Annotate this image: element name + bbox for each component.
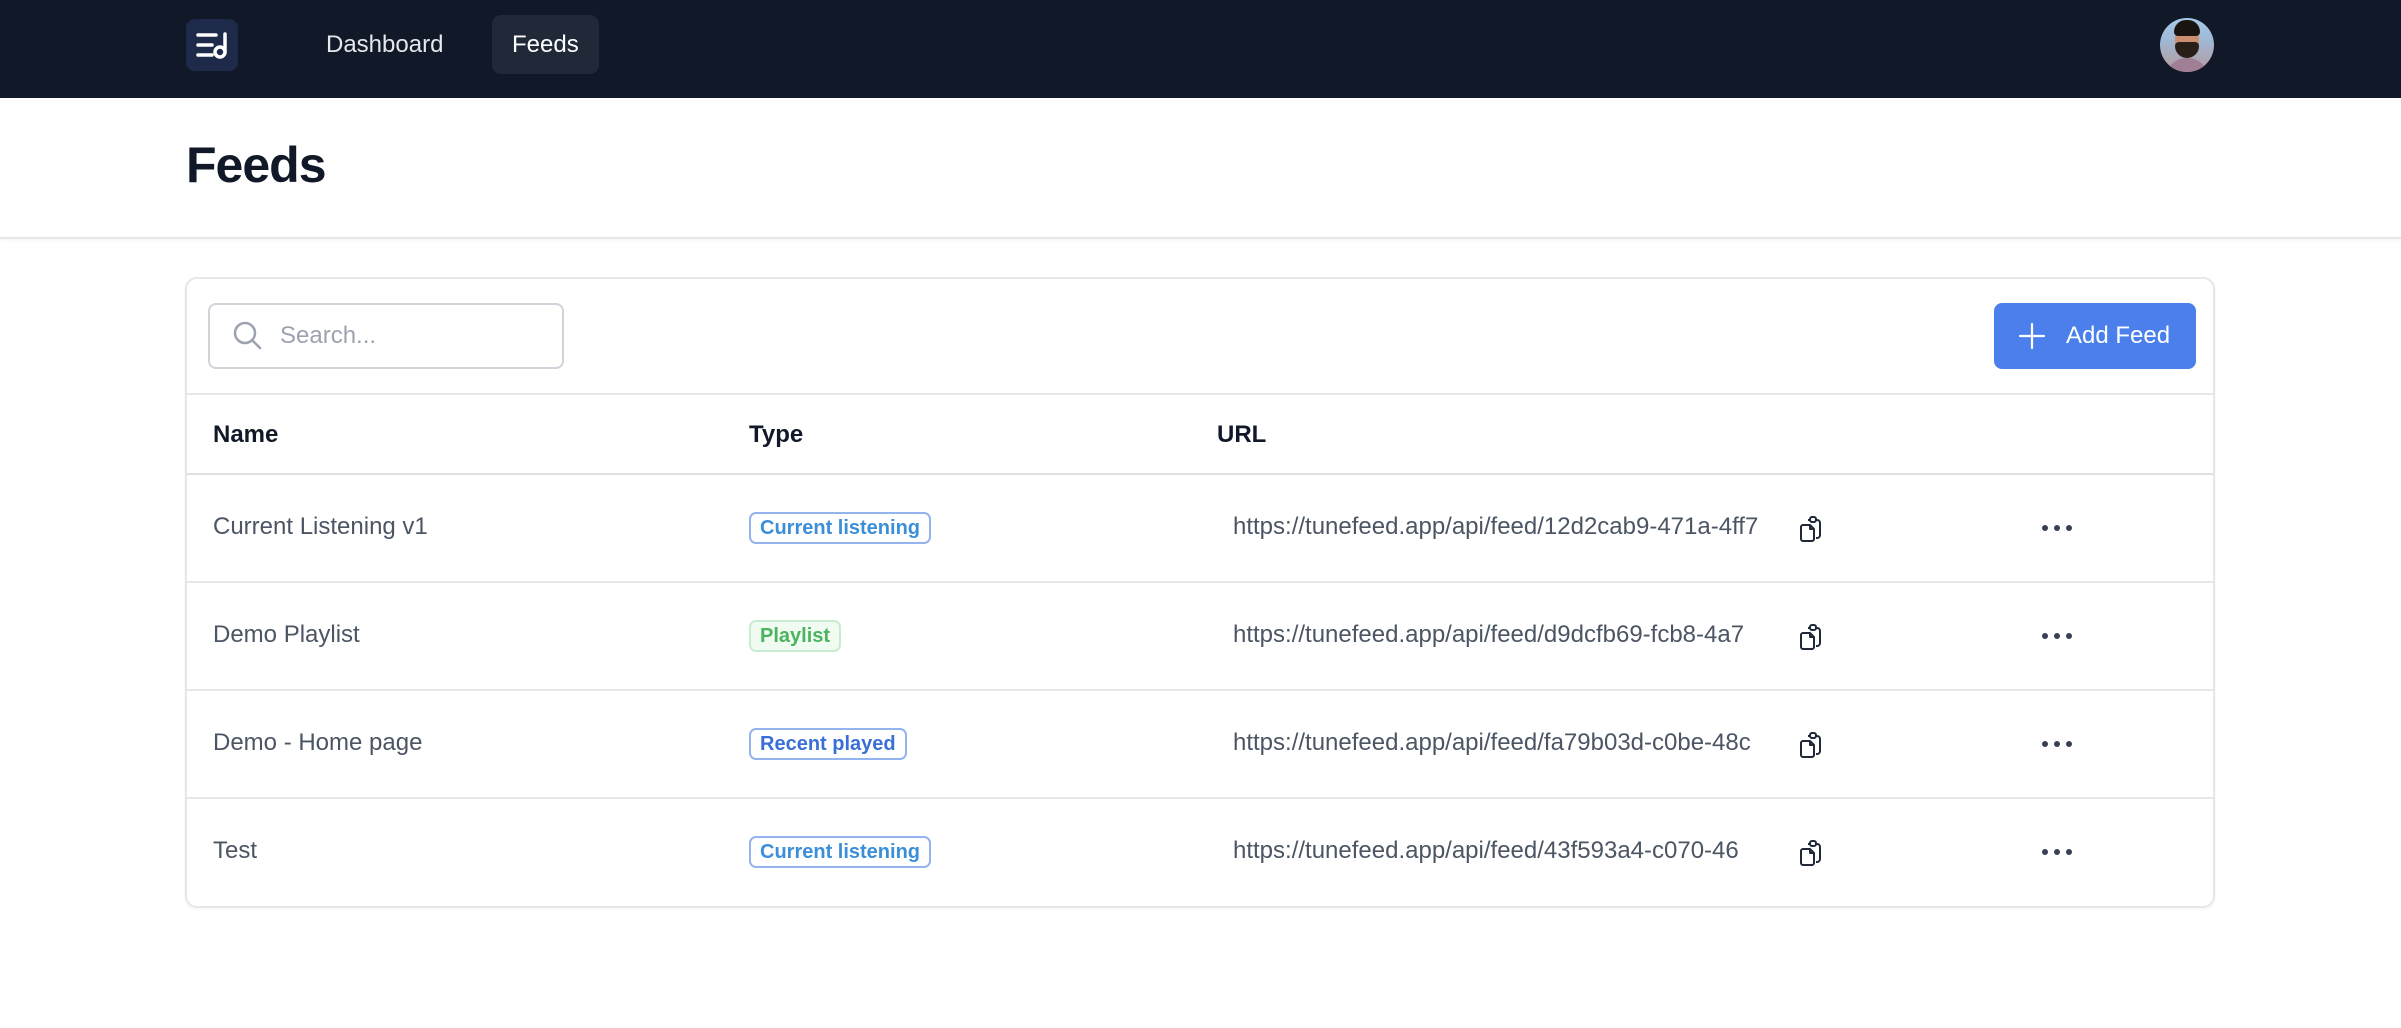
more-dot-icon: [2054, 849, 2060, 855]
search-icon: [233, 321, 262, 350]
more-dot-icon: [2066, 741, 2072, 747]
search-box[interactable]: [208, 303, 564, 369]
add-feed-label: Add Feed: [2066, 322, 2171, 349]
feed-type-badge: Playlist: [749, 620, 842, 652]
more-dot-icon: [2054, 633, 2060, 639]
feed-type-badge: Recent played: [749, 728, 907, 760]
table-row: Test Current listening https://tunefeed.…: [187, 799, 2213, 906]
column-header-name[interactable]: Name: [213, 421, 278, 449]
table-row: Demo Playlist Playlist https://tunefeed.…: [187, 583, 2213, 691]
feed-name[interactable]: Test: [213, 837, 257, 865]
row-actions-button[interactable]: [2042, 729, 2072, 759]
copy-url-button[interactable]: [1797, 621, 1827, 651]
clipboard-icon: [1800, 624, 1821, 650]
clipboard-icon: [1800, 732, 1821, 758]
search-input[interactable]: [280, 322, 540, 350]
page-title: Feeds: [186, 137, 327, 193]
copy-url-button[interactable]: [1797, 729, 1827, 759]
feed-url: https://tunefeed.app/api/feed/43f593a4-c…: [1233, 837, 1739, 864]
clipboard-icon: [1800, 840, 1821, 866]
music-list-icon: [196, 32, 227, 59]
avatar-shirt: [2166, 58, 2208, 72]
more-dot-icon: [2054, 741, 2060, 747]
nav-feeds[interactable]: Feeds: [492, 15, 599, 74]
avatar-beard: [2175, 42, 2199, 58]
more-dot-icon: [2066, 849, 2072, 855]
more-dot-icon: [2042, 633, 2048, 639]
more-dot-icon: [2042, 525, 2048, 531]
avatar-hair: [2174, 20, 2200, 36]
feed-name[interactable]: Current Listening v1: [213, 513, 428, 541]
table-header: Name Type URL: [187, 393, 2213, 475]
add-feed-button[interactable]: Add Feed: [1994, 303, 2196, 369]
column-header-url[interactable]: URL: [1217, 421, 1266, 449]
feed-type-badge: Current listening: [749, 512, 932, 544]
more-dot-icon: [2054, 525, 2060, 531]
nav-dashboard[interactable]: Dashboard: [306, 15, 463, 74]
table-row: Demo - Home page Recent played https://t…: [187, 691, 2213, 799]
page-header: Feeds: [0, 98, 2401, 239]
row-actions-button[interactable]: [2042, 621, 2072, 651]
feed-url: https://tunefeed.app/api/feed/12d2cab9-4…: [1233, 513, 1759, 540]
more-dot-icon: [2066, 633, 2072, 639]
feed-name[interactable]: Demo Playlist: [213, 621, 360, 649]
more-dot-icon: [2066, 525, 2072, 531]
feed-name[interactable]: Demo - Home page: [213, 729, 422, 757]
app-logo[interactable]: [186, 19, 238, 71]
feeds-card: Add Feed Name Type URL Current Listening…: [185, 277, 2215, 908]
top-navbar: Dashboard Feeds: [0, 0, 2401, 98]
row-actions-button[interactable]: [2042, 837, 2072, 867]
more-dot-icon: [2042, 741, 2048, 747]
copy-url-button[interactable]: [1797, 513, 1827, 543]
feed-url: https://tunefeed.app/api/feed/fa79b03d-c…: [1233, 729, 1751, 756]
copy-url-button[interactable]: [1797, 837, 1827, 867]
user-avatar[interactable]: [2160, 18, 2214, 72]
clipboard-icon: [1800, 516, 1821, 542]
feed-url: https://tunefeed.app/api/feed/d9dcfb69-f…: [1233, 621, 1745, 648]
row-actions-button[interactable]: [2042, 513, 2072, 543]
plus-icon: [2018, 322, 2046, 350]
table-row: Current Listening v1 Current listening h…: [187, 475, 2213, 583]
feed-type-badge: Current listening: [749, 836, 932, 868]
column-header-type[interactable]: Type: [749, 421, 803, 449]
more-dot-icon: [2042, 849, 2048, 855]
